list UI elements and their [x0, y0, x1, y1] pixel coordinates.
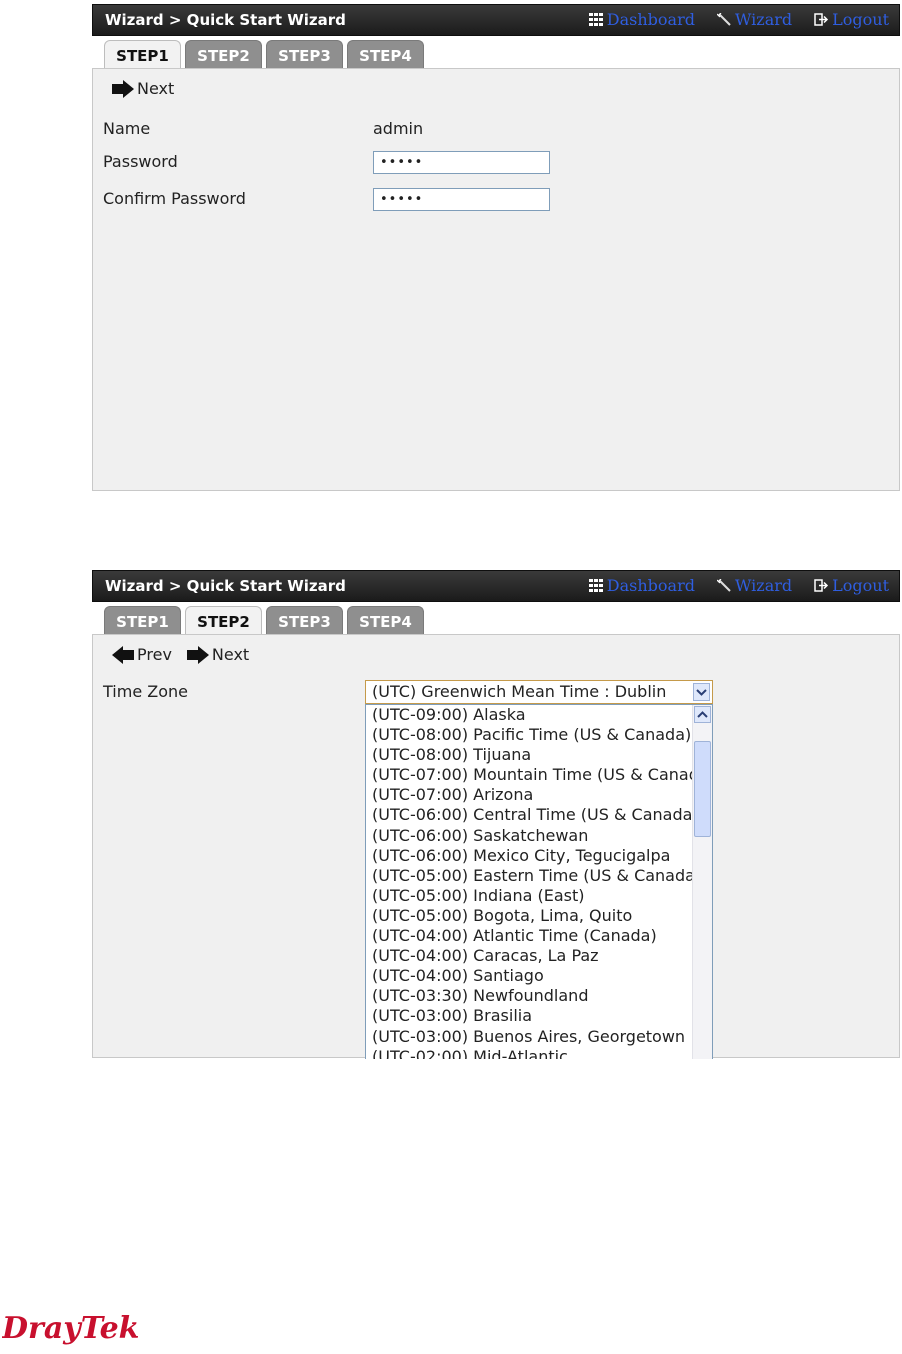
tab-step4[interactable]: STEP4 [347, 40, 424, 68]
dropdown-arrow[interactable] [693, 683, 710, 701]
time-zone-option[interactable]: (UTC-04:00) Santiago [366, 966, 712, 986]
arrow-right-icon [112, 79, 134, 98]
time-zone-options-list[interactable]: (UTC-09:00) Alaska (UTC-08:00) Pacific Ti… [365, 704, 713, 1059]
time-zone-option[interactable]: (UTC-08:00) Tijuana [366, 745, 712, 765]
name-label: Name [103, 119, 151, 138]
logout-icon [814, 578, 829, 592]
wizard-panel-step2: Wizard > Quick Start Wizard Dashboard Wi… [92, 570, 900, 1059]
step-nav-buttons: Prev Next [111, 645, 249, 664]
top-nav: Dashboard Wizard Logout [588, 571, 889, 601]
scroll-thumb[interactable] [694, 741, 711, 837]
step2-content: Prev Next Time Zone (UTC) Greenwich Mean… [92, 634, 900, 1059]
tab-step2[interactable]: STEP2 [185, 40, 262, 68]
time-zone-option[interactable]: (UTC-04:00) Caracas, La Paz [366, 946, 712, 966]
tab-step1[interactable]: STEP1 [104, 40, 181, 70]
time-zone-option[interactable]: (UTC-04:00) Atlantic Time (Canada) [366, 926, 712, 946]
step1-content: Next Name admin Password ••••• Confirm P… [92, 68, 900, 491]
time-zone-options: (UTC-09:00) Alaska (UTC-08:00) Pacific Ti… [366, 705, 712, 1059]
svg-text:DrayTek: DrayTek [2, 1311, 139, 1346]
time-zone-option[interactable]: (UTC-06:00) Mexico City, Tegucigalpa [366, 846, 712, 866]
wizard-link[interactable]: Wizard [716, 5, 792, 35]
password-label: Password [103, 152, 178, 171]
step-tabs: STEP1 STEP2 STEP3 STEP4 [104, 606, 424, 636]
step-tabs: STEP1 STEP2 STEP3 STEP4 [104, 40, 424, 70]
time-zone-option[interactable]: (UTC-03:00) Brasilia [366, 1006, 712, 1026]
step-nav-buttons: Next [111, 79, 174, 98]
dashboard-link[interactable]: Dashboard [588, 5, 695, 35]
next-button[interactable]: Next [186, 645, 249, 664]
next-button[interactable]: Next [111, 79, 174, 98]
breadcrumb: Wizard > Quick Start Wizard [105, 11, 346, 29]
time-zone-select[interactable]: (UTC) Greenwich Mean Time : Dublin [365, 680, 713, 704]
tab-step1[interactable]: STEP1 [104, 606, 181, 634]
top-nav: Dashboard Wizard Logout [588, 5, 889, 35]
wizard-panel-step1: Wizard > Quick Start Wizard Dashboard Wi… [92, 4, 900, 491]
tab-step3[interactable]: STEP3 [266, 40, 343, 68]
time-zone-label: Time Zone [103, 682, 188, 701]
time-zone-option[interactable]: (UTC-05:00) Bogota, Lima, Quito [366, 906, 712, 926]
wizard-link[interactable]: Wizard [716, 571, 792, 601]
arrow-left-icon [112, 645, 134, 664]
top-bar: Wizard > Quick Start Wizard Dashboard Wi… [92, 570, 900, 602]
time-zone-option[interactable]: (UTC-05:00) Indiana (East) [366, 886, 712, 906]
magic-wand-icon [716, 578, 731, 592]
magic-wand-icon [716, 12, 731, 26]
name-value: admin [373, 119, 424, 138]
prev-button[interactable]: Prev [111, 645, 172, 664]
time-zone-option[interactable]: (UTC-07:00) Mountain Time (US & Canada) [366, 765, 712, 785]
scroll-up-button[interactable] [694, 706, 711, 723]
breadcrumb: Wizard > Quick Start Wizard [105, 577, 346, 595]
logout-link[interactable]: Logout [814, 5, 889, 35]
time-zone-option[interactable]: (UTC-08:00) Pacific Time (US & Canada) [366, 725, 712, 745]
top-bar: Wizard > Quick Start Wizard Dashboard Wi… [92, 4, 900, 36]
scrollbar[interactable] [692, 705, 712, 1059]
time-zone-option[interactable]: (UTC-06:00) Saskatchewan [366, 826, 712, 846]
tab-step4[interactable]: STEP4 [347, 606, 424, 634]
time-zone-option[interactable]: (UTC-05:00) Eastern Time (US & Canada) [366, 866, 712, 886]
tab-step3[interactable]: STEP3 [266, 606, 343, 634]
arrow-right-icon [186, 645, 209, 664]
time-zone-option[interactable]: (UTC-09:00) Alaska [366, 705, 712, 725]
confirm-password-label: Confirm Password [103, 189, 246, 208]
grid-icon [588, 12, 603, 26]
time-zone-option[interactable]: (UTC-02:00) Mid-Atlantic [366, 1047, 712, 1059]
time-zone-selected-value: (UTC) Greenwich Mean Time : Dublin [372, 682, 667, 701]
chevron-down-icon [696, 689, 707, 696]
time-zone-option[interactable]: (UTC-03:30) Newfoundland [366, 986, 712, 1006]
chevron-up-icon [697, 711, 708, 718]
confirm-password-field[interactable]: ••••• [373, 188, 550, 211]
password-field[interactable]: ••••• [373, 151, 550, 174]
draytek-logo: DrayTek [1, 1306, 152, 1354]
tab-step2[interactable]: STEP2 [185, 606, 262, 636]
time-zone-option[interactable]: (UTC-03:00) Buenos Aires, Georgetown [366, 1027, 712, 1047]
time-zone-option[interactable]: (UTC-07:00) Arizona [366, 785, 712, 805]
logout-link[interactable]: Logout [814, 571, 889, 601]
time-zone-option[interactable]: (UTC-06:00) Central Time (US & Canada) [366, 805, 712, 825]
grid-icon [588, 578, 603, 592]
dashboard-link[interactable]: Dashboard [588, 571, 695, 601]
logout-icon [814, 12, 829, 26]
